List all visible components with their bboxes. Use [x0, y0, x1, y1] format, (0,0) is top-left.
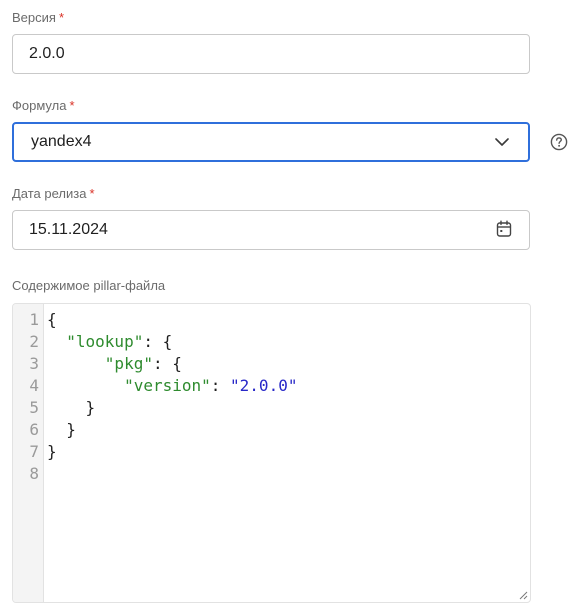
pillar-content-label: Содержимое pillar-файла [12, 278, 166, 293]
code-sep: : [210, 376, 231, 395]
code-line: "pkg": { [47, 353, 182, 375]
code-line: } [47, 441, 57, 463]
code-sep: : [143, 332, 163, 351]
resize-handle-icon[interactable] [518, 590, 528, 600]
release-date-label: Дата релиза * [12, 186, 95, 201]
required-mark: * [58, 10, 64, 25]
code-tail: } [85, 398, 96, 417]
line-number: 4 [29, 376, 39, 395]
formula-label: Формула * [12, 98, 75, 113]
line-number: 3 [29, 354, 39, 373]
line-number: 1 [29, 310, 39, 329]
calendar-icon[interactable] [496, 220, 512, 238]
pillar-code-editor[interactable]: 1 2 3 4 5 6 7 8 { "lookup": { "pkg": { "version"… [12, 303, 531, 603]
version-label: Версия * [12, 10, 64, 25]
code-line: "version": "2.0.0" [47, 375, 297, 397]
formula-select[interactable]: yandex4 [12, 122, 530, 162]
code-key: "pkg" [104, 354, 153, 373]
line-number: 7 [29, 442, 39, 461]
code-line: "lookup": { [47, 331, 172, 353]
code-value: "2.0.0" [230, 376, 298, 395]
release-date-value: 15.11.2024 [29, 221, 108, 238]
code-key: "version" [124, 376, 211, 395]
help-icon[interactable] [550, 133, 568, 151]
code-sep: : [152, 354, 173, 373]
required-mark: * [89, 186, 95, 201]
release-date-input[interactable]: 15.11.2024 [12, 210, 530, 250]
code-key: "lookup" [66, 332, 144, 351]
code-tail: { [47, 310, 57, 329]
version-input[interactable]: 2.0.0 [12, 34, 530, 74]
line-number: 2 [29, 332, 39, 351]
code-line: { [47, 309, 57, 331]
version-value: 2.0.0 [29, 45, 65, 62]
code-tail: { [162, 332, 173, 351]
formula-value: yandex4 [31, 133, 92, 150]
chevron-down-icon[interactable] [494, 135, 510, 149]
required-mark: * [69, 98, 75, 113]
code-line: } [47, 397, 96, 419]
line-number: 6 [29, 420, 39, 439]
code-tail: { [172, 354, 182, 373]
line-number: 8 [29, 464, 39, 483]
code-tail: } [47, 442, 57, 461]
code-line: } [47, 419, 76, 441]
line-number: 5 [29, 398, 39, 417]
code-tail: } [66, 420, 76, 439]
